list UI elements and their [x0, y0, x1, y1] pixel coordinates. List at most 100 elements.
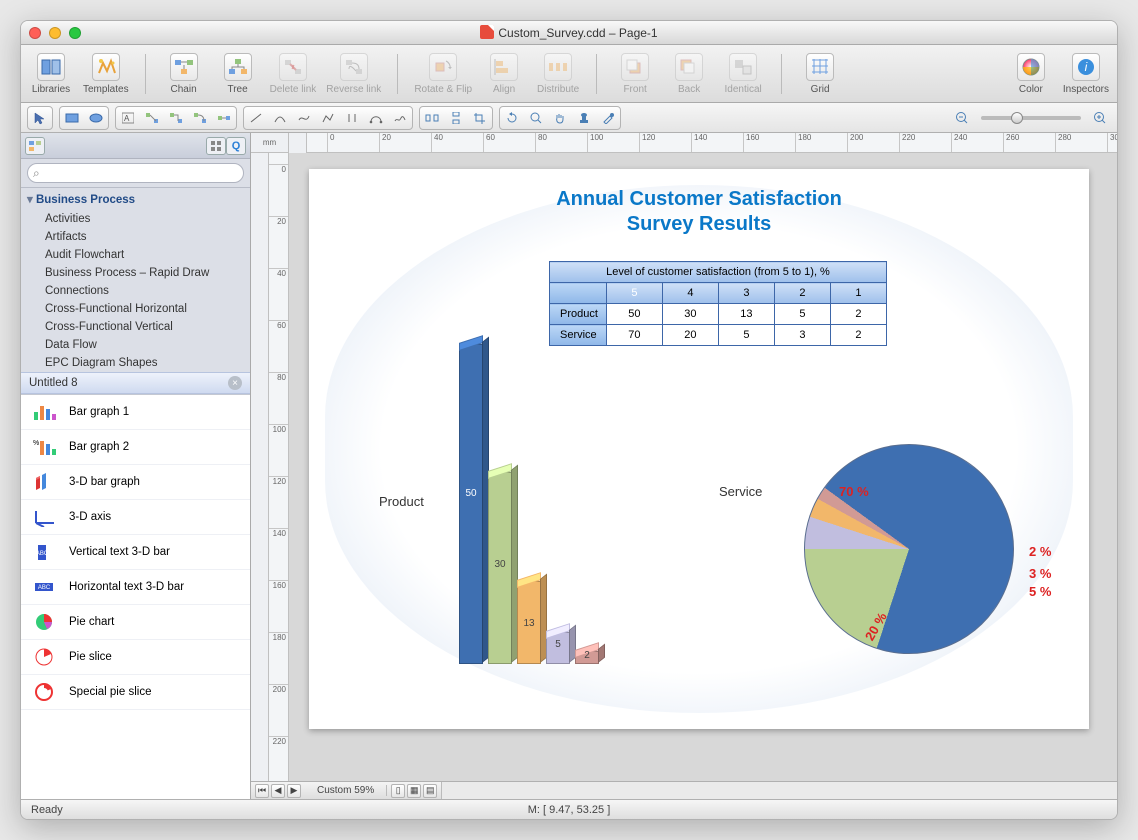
libraries-button[interactable]: Libraries — [29, 53, 73, 95]
curve-tool[interactable] — [293, 108, 315, 128]
view-mode-3[interactable]: ▤ — [423, 784, 437, 798]
palette-item[interactable]: 3-D bar graph — [21, 465, 250, 500]
zoom-slider[interactable] — [981, 116, 1081, 120]
grid-view-icon[interactable] — [206, 137, 226, 155]
palette-item[interactable]: Pie chart — [21, 605, 250, 640]
stamp-tool[interactable] — [573, 108, 595, 128]
bar: 50 — [459, 344, 483, 664]
grid-button[interactable]: Grid — [798, 53, 842, 95]
user-library-header[interactable]: Untitled 8 × — [21, 372, 250, 394]
table-caption: Level of customer satisfaction (from 5 t… — [550, 262, 887, 283]
library-toggle-icon[interactable] — [25, 137, 45, 155]
delete-link-button[interactable]: Delete link — [270, 53, 317, 95]
rect-tool[interactable] — [61, 108, 83, 128]
refresh-tool[interactable] — [501, 108, 523, 128]
pie-slice-label: 2 % — [1029, 544, 1051, 559]
tree-item[interactable]: Connections — [21, 282, 250, 300]
scribble-tool[interactable] — [389, 108, 411, 128]
bar-chart-label: Product — [379, 494, 424, 509]
search-toggle-icon[interactable]: Q — [226, 137, 246, 155]
arc-tool[interactable] — [269, 108, 291, 128]
palette-item[interactable]: %Bar graph 2 — [21, 430, 250, 465]
next-page-button[interactable]: ▶ — [287, 784, 301, 798]
palette-item[interactable]: 3-D axis — [21, 500, 250, 535]
drawing-canvas[interactable]: Annual Customer SatisfactionSurvey Resul… — [289, 153, 1117, 781]
connector-tool-2[interactable] — [165, 108, 187, 128]
cell: 2 — [830, 304, 886, 325]
vline-tool[interactable] — [341, 108, 363, 128]
chain-button[interactable]: Chain — [162, 53, 206, 95]
text-tool[interactable]: A — [117, 108, 139, 128]
zoom-window-button[interactable] — [69, 27, 81, 39]
library-search-input[interactable] — [27, 163, 244, 183]
tree-item[interactable]: Business Process – Rapid Draw — [21, 264, 250, 282]
horizontal-spacing-tool[interactable] — [421, 108, 443, 128]
tree-group-business-process[interactable]: Business Process — [21, 188, 250, 210]
pointer-tool[interactable] — [29, 108, 51, 128]
svg-text:ABC: ABC — [38, 585, 51, 591]
reverse-link-button[interactable]: Reverse link — [326, 53, 381, 95]
crop-tool[interactable] — [469, 108, 491, 128]
connector-tool-4[interactable] — [213, 108, 235, 128]
pan-tool[interactable] — [549, 108, 571, 128]
zoom-out-button[interactable] — [951, 108, 973, 128]
zoom-in-button[interactable] — [1089, 108, 1111, 128]
prev-page-button[interactable]: ◀ — [271, 784, 285, 798]
tree-button[interactable]: Tree — [216, 53, 260, 95]
bezier-tool[interactable] — [365, 108, 387, 128]
close-icon[interactable]: × — [228, 376, 242, 390]
front-icon — [621, 53, 649, 81]
tree-item[interactable]: Artifacts — [21, 228, 250, 246]
view-mode-2[interactable]: ▦ — [407, 784, 421, 798]
templates-icon — [92, 53, 120, 81]
toolbar-label: Distribute — [537, 84, 579, 95]
polyline-tool[interactable] — [317, 108, 339, 128]
col-header: 1 — [830, 283, 886, 304]
tree-item[interactable]: Audit Flowchart — [21, 246, 250, 264]
ellipse-tool[interactable] — [85, 108, 107, 128]
tree-item[interactable]: Cross-Functional Vertical — [21, 318, 250, 336]
pie-slice-label: 5 % — [1029, 584, 1051, 599]
tree-item[interactable]: Cross-Functional Horizontal — [21, 300, 250, 318]
close-window-button[interactable] — [29, 27, 41, 39]
line-tool[interactable] — [245, 108, 267, 128]
templates-button[interactable]: Templates — [83, 53, 129, 95]
palette-label: 3-D bar graph — [69, 476, 140, 488]
first-page-button[interactable]: ⏮ — [255, 784, 269, 798]
distribute-button[interactable]: Distribute — [536, 53, 580, 95]
identical-button[interactable]: Identical — [721, 53, 765, 95]
bar: 13 — [517, 581, 541, 664]
connector-tool-1[interactable] — [141, 108, 163, 128]
palette-item[interactable]: Bar graph 1 — [21, 395, 250, 430]
minimize-window-button[interactable] — [49, 27, 61, 39]
eyedropper-tool[interactable] — [597, 108, 619, 128]
palette-label: Bar graph 1 — [69, 406, 129, 418]
col-header: 3 — [718, 283, 774, 304]
palette-item[interactable]: Pie slice — [21, 640, 250, 675]
hscrollbar[interactable] — [441, 782, 1117, 799]
back-button[interactable]: Back — [667, 53, 711, 95]
zoom-tool[interactable] — [525, 108, 547, 128]
front-button[interactable]: Front — [613, 53, 657, 95]
page-tab[interactable]: Custom 59% — [305, 785, 387, 796]
status-text: Ready — [31, 804, 63, 816]
sidebar: Q ⌕ Business Process ActivitiesArtifacts… — [21, 133, 251, 799]
tree-item[interactable]: Activities — [21, 210, 250, 228]
shape-thumb-icon: % — [31, 436, 59, 458]
tree-item[interactable]: Data Flow — [21, 336, 250, 354]
view-mode-1[interactable]: ▯ — [391, 784, 405, 798]
chart-title: Annual Customer SatisfactionSurvey Resul… — [309, 187, 1089, 237]
palette-item[interactable]: ABCHorizontal text 3-D bar — [21, 570, 250, 605]
cell: 2 — [830, 325, 886, 346]
tree-item[interactable]: EPC Diagram Shapes — [21, 354, 250, 372]
palette-item[interactable]: Special pie slice — [21, 675, 250, 710]
palette-label: 3-D axis — [69, 511, 111, 523]
palette-item[interactable]: ABCVertical text 3-D bar — [21, 535, 250, 570]
color-button[interactable]: Color — [1009, 53, 1053, 95]
align-button[interactable]: Align — [482, 53, 526, 95]
window-title: Custom_Survey.cdd – Page-1 — [498, 26, 657, 40]
inspectors-button[interactable]: iInspectors — [1063, 53, 1109, 95]
vertical-spacing-tool[interactable] — [445, 108, 467, 128]
rotate-flip-button[interactable]: Rotate & Flip — [414, 53, 472, 95]
connector-tool-3[interactable] — [189, 108, 211, 128]
